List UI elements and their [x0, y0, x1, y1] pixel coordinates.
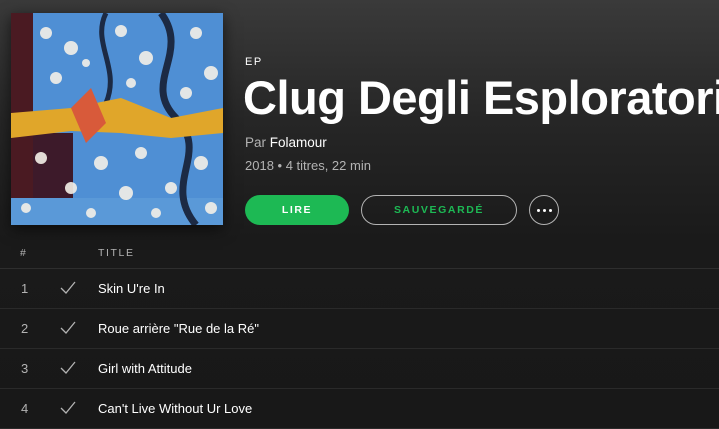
track-row[interactable]: 2 Roue arrière "Rue de la Ré": [0, 309, 719, 349]
track-number: 4: [21, 401, 29, 416]
header-title[interactable]: TITLE: [98, 247, 135, 259]
more-options-button[interactable]: [529, 195, 559, 225]
track-title: Roue arrière "Rue de la Ré": [98, 321, 259, 336]
track-title: Skin U're In: [98, 281, 165, 296]
play-button[interactable]: LIRE: [245, 195, 349, 225]
more-horizontal-icon: [536, 208, 552, 212]
release-type-label: EP: [245, 56, 263, 68]
track-number: 2: [21, 321, 29, 336]
artist-link[interactable]: Folamour: [270, 135, 327, 150]
check-icon[interactable]: [60, 361, 76, 375]
album-meta: 2018 • 4 titres, 22 min: [245, 158, 371, 173]
check-icon[interactable]: [60, 321, 76, 335]
artist-byline: Par Folamour: [245, 135, 327, 150]
by-prefix: Par: [245, 135, 267, 150]
album-cover-art: [11, 13, 223, 225]
track-number: 1: [21, 281, 29, 296]
track-number: 3: [21, 361, 29, 376]
tracklist-header: # TITLE: [0, 238, 719, 269]
saved-button[interactable]: SAUVEGARDÉ: [361, 195, 517, 225]
album-title: Clug Degli Esploratori: [243, 71, 719, 124]
track-row[interactable]: 4 Can't Live Without Ur Love: [0, 389, 719, 429]
track-row[interactable]: 1 Skin U're In: [0, 269, 719, 309]
check-icon[interactable]: [60, 401, 76, 415]
track-title: Can't Live Without Ur Love: [98, 401, 253, 416]
track-row[interactable]: 3 Girl with Attitude: [0, 349, 719, 389]
check-icon[interactable]: [60, 281, 76, 295]
header-number: #: [20, 247, 28, 259]
track-title: Girl with Attitude: [98, 361, 192, 376]
tracklist: # TITLE 1 Skin U're In 2 Roue arrière "R…: [0, 238, 719, 429]
